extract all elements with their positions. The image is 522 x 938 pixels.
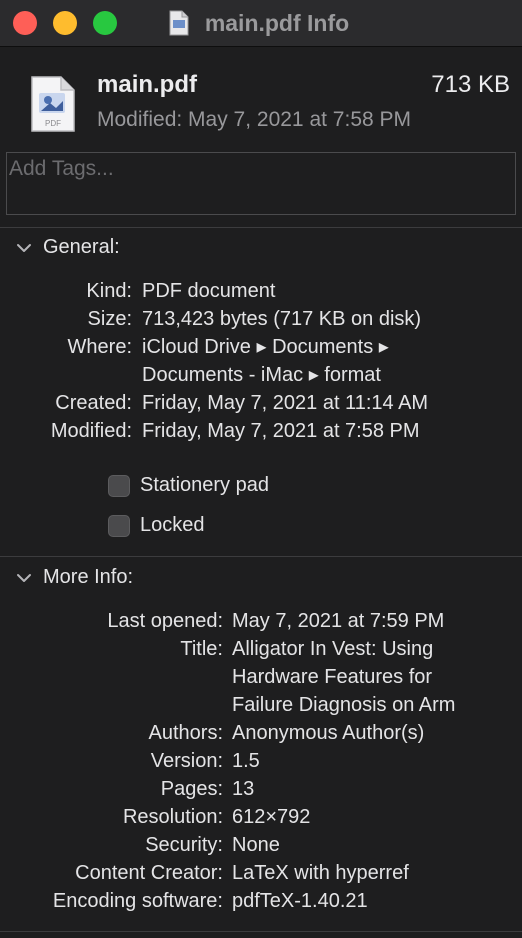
row-value: 612×792: [232, 806, 311, 828]
row-label: Created:: [55, 392, 132, 414]
stationery-pad-label: Stationery pad: [140, 474, 269, 496]
info-row-created: Created: Friday, May 7, 2021 at 11:14 AM: [0, 389, 522, 417]
info-row-resolution: Resolution: 612×792: [0, 803, 522, 831]
row-value: LaTeX with hyperref: [232, 862, 409, 884]
locked-label: Locked: [140, 514, 205, 536]
row-label: Pages:: [160, 778, 223, 800]
file-name: main.pdf: [97, 71, 197, 98]
pdf-file-icon: PDF: [31, 76, 75, 132]
row-label: Security:: [145, 834, 223, 856]
window-title: main.pdf Info: [0, 0, 522, 46]
stationery-pad-option[interactable]: Stationery pad: [108, 474, 269, 497]
row-label: Version:: [150, 750, 223, 772]
stationery-pad-checkbox[interactable]: [108, 474, 130, 497]
window-title-text: main.pdf Info: [204, 9, 350, 36]
row-value: Friday, May 7, 2021 at 11:14 AM: [142, 392, 429, 414]
row-value: Friday, May 7, 2021 at 7:58 PM: [142, 420, 420, 442]
locked-option[interactable]: Locked: [108, 514, 205, 537]
row-value: 1.5: [232, 750, 260, 772]
file-header: PDF main.pdf 713 KB Modified: May 7, 202…: [0, 47, 522, 147]
info-row-version: Version: 1.5: [0, 747, 522, 775]
general-heading: General:: [43, 236, 120, 258]
row-label: Where:: [67, 336, 132, 358]
row-label: Modified:: [50, 420, 132, 442]
row-value: PDF document: [142, 280, 276, 302]
more-info-heading: More Info:: [43, 566, 134, 588]
file-size: 713 KB: [431, 71, 510, 98]
divider: [0, 931, 522, 932]
chevron-down-icon[interactable]: [15, 239, 33, 257]
info-row-title: Title: Alligator In Vest: Using: [0, 635, 522, 663]
row-value: Anonymous Author(s): [232, 722, 425, 744]
info-row-authors: Authors: Anonymous Author(s): [0, 719, 522, 747]
info-row-kind: Kind: PDF document: [0, 277, 522, 305]
info-row-size: Size: 713,423 bytes (717 KB on disk): [0, 305, 522, 333]
row-label: Content Creator:: [75, 862, 223, 884]
info-row-where-continued: Documents - iMac ▸ format: [0, 361, 522, 389]
tags-field[interactable]: Add Tags...: [6, 152, 516, 215]
row-value: May 7, 2021 at 7:59 PM: [232, 610, 445, 632]
row-value: Failure Diagnosis on Arm: [232, 694, 456, 716]
info-row-where: Where: iCloud Drive ▸ Documents ▸: [0, 333, 522, 361]
row-label: Authors:: [148, 722, 223, 744]
row-value: Documents - iMac ▸ format: [142, 364, 381, 386]
row-value: pdfTeX-1.40.21: [232, 890, 368, 912]
locked-checkbox[interactable]: [108, 514, 130, 537]
title-bar: main.pdf Info: [0, 0, 522, 47]
more-info-section-header[interactable]: More Info:: [15, 566, 133, 589]
row-value: Hardware Features for: [232, 666, 433, 688]
row-value: None: [232, 834, 280, 856]
info-row-modified: Modified: Friday, May 7, 2021 at 7:58 PM: [0, 417, 522, 445]
general-section-header[interactable]: General:: [15, 236, 120, 259]
row-label: Encoding software:: [52, 890, 223, 912]
info-row-security: Security: None: [0, 831, 522, 859]
row-value: 713,423 bytes (717 KB on disk): [142, 308, 422, 330]
info-row-title-continued: Hardware Features for: [0, 663, 522, 691]
row-value: Alligator In Vest: Using: [232, 638, 434, 660]
row-label: Title:: [180, 638, 223, 660]
icon-caption: PDF: [45, 119, 61, 128]
row-label: Last opened:: [107, 610, 223, 632]
row-label: Resolution:: [122, 806, 223, 828]
info-row-last-opened: Last opened: May 7, 2021 at 7:59 PM: [0, 607, 522, 635]
row-value: 13: [232, 778, 255, 800]
pdf-file-icon: [169, 10, 189, 36]
row-label: Kind:: [86, 280, 132, 302]
row-value: iCloud Drive ▸ Documents ▸: [142, 336, 389, 358]
info-row-pages: Pages: 13: [0, 775, 522, 803]
info-row-content-creator: Content Creator: LaTeX with hyperref: [0, 859, 522, 887]
file-modified: Modified: May 7, 2021 at 7:58 PM: [97, 108, 412, 131]
chevron-down-icon[interactable]: [15, 569, 33, 587]
divider: [0, 556, 522, 557]
divider: [0, 227, 522, 228]
info-row-title-continued: Failure Diagnosis on Arm: [0, 691, 522, 719]
info-row-encoding-software: Encoding software: pdfTeX-1.40.21: [0, 887, 522, 915]
row-label: Size:: [87, 308, 132, 330]
